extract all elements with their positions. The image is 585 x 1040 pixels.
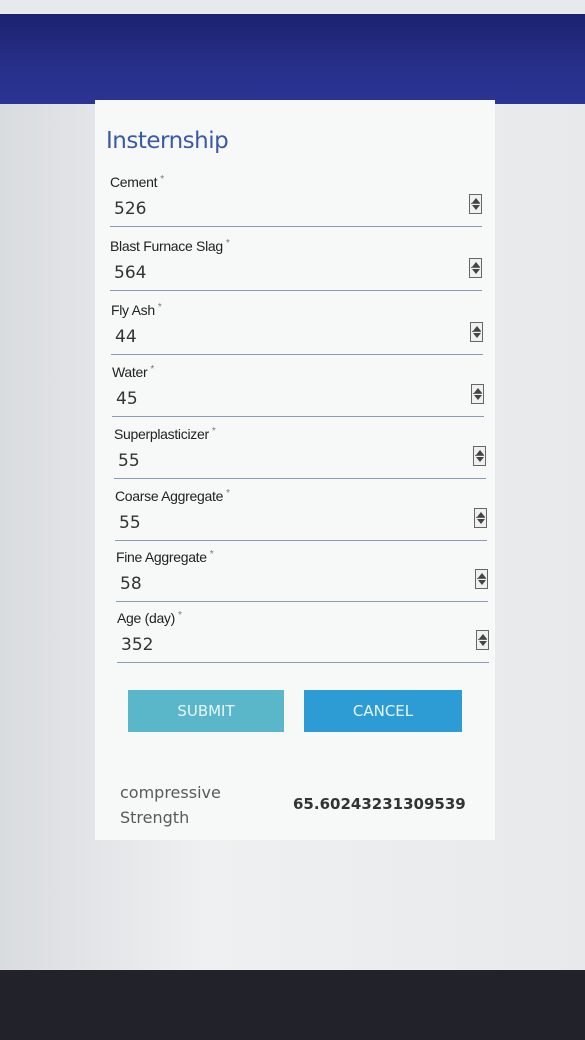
input-underline	[110, 290, 482, 291]
input-underline	[110, 226, 482, 227]
result-value: 65.60243231309539	[293, 795, 466, 813]
input-underline	[116, 601, 488, 602]
blast-furnace-slag-input[interactable]: 564	[114, 263, 146, 283]
water-field: Water * 45	[112, 364, 492, 424]
field-label: Water *	[112, 364, 154, 380]
fine-aggregate-input[interactable]: 58	[120, 574, 142, 594]
number-spinner-icon[interactable]	[476, 630, 489, 650]
superplasticizer-input[interactable]: 55	[118, 451, 140, 471]
cement-input[interactable]: 526	[114, 199, 146, 219]
field-label: Cement *	[110, 174, 164, 190]
field-label: Age (day) *	[117, 610, 182, 626]
field-label: Blast Furnace Slag *	[110, 238, 230, 254]
number-spinner-icon[interactable]	[474, 508, 487, 528]
field-label: Superplasticizer *	[114, 426, 216, 442]
result-label: compressive Strength	[120, 783, 221, 827]
age-field: Age (day) * 352	[117, 610, 497, 670]
field-label: Coarse Aggregate *	[115, 488, 230, 504]
number-spinner-icon[interactable]	[469, 258, 482, 278]
app-header-bar	[0, 14, 585, 104]
blast-furnace-slag-field: Blast Furnace Slag * 564	[110, 238, 490, 298]
input-underline	[114, 478, 486, 479]
fly-ash-field: Fly Ash * 44	[111, 302, 491, 362]
field-label: Fly Ash *	[111, 302, 162, 318]
input-underline	[112, 416, 484, 417]
number-spinner-icon[interactable]	[469, 194, 482, 214]
number-spinner-icon[interactable]	[473, 446, 486, 466]
input-underline	[111, 354, 483, 355]
age-input[interactable]: 352	[121, 635, 153, 655]
superplasticizer-field: Superplasticizer * 55	[114, 426, 494, 486]
input-underline	[115, 540, 487, 541]
field-label: Fine Aggregate *	[116, 549, 214, 565]
fly-ash-input[interactable]: 44	[115, 327, 137, 347]
coarse-aggregate-field: Coarse Aggregate * 55	[115, 488, 495, 548]
number-spinner-icon[interactable]	[470, 322, 483, 342]
form-title: Insternship	[106, 128, 229, 154]
cancel-button[interactable]: CANCEL	[304, 690, 462, 732]
coarse-aggregate-input[interactable]: 55	[119, 513, 141, 533]
fine-aggregate-field: Fine Aggregate * 58	[116, 549, 496, 609]
window-top-bar	[0, 0, 585, 14]
water-input[interactable]: 45	[116, 389, 138, 409]
number-spinner-icon[interactable]	[475, 569, 488, 589]
cement-field: Cement * 526	[110, 174, 490, 234]
laptop-bezel	[0, 970, 585, 1040]
number-spinner-icon[interactable]	[471, 384, 484, 404]
input-underline	[117, 662, 489, 663]
submit-button[interactable]: SUBMIT	[128, 690, 284, 732]
